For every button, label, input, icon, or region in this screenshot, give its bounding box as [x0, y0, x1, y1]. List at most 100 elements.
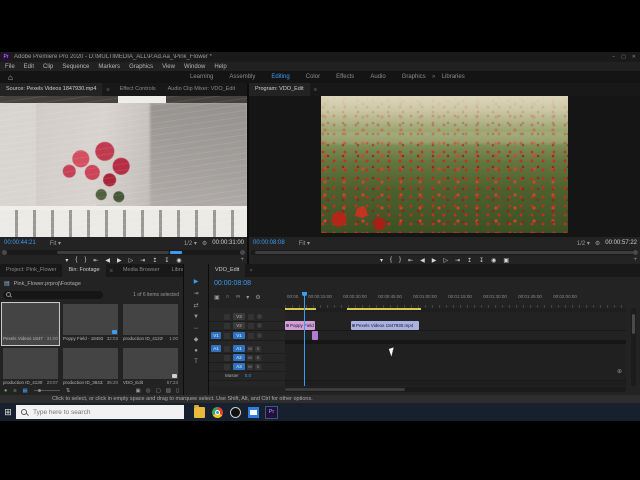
lock-icon[interactable]	[224, 345, 230, 352]
sync-lock-icon[interactable]	[248, 322, 254, 329]
lock-icon[interactable]	[224, 313, 230, 320]
scrollbar-end-handle[interactable]	[2, 250, 7, 255]
program-resolution-select[interactable]: 1/2 ▾	[577, 240, 590, 247]
program-zoom-select[interactable]: Fit ▾	[299, 240, 310, 247]
workspace-tab-assembly[interactable]: Assembly	[229, 74, 255, 80]
insert-button[interactable]: ↥	[152, 257, 157, 264]
source-zoom-select[interactable]: Fit ▾	[50, 240, 61, 247]
start-button[interactable]: ⊞	[0, 407, 16, 418]
program-timecode[interactable]: 00:00:08:08	[253, 240, 285, 246]
mail-app-icon[interactable]	[248, 406, 259, 418]
eye-icon[interactable]	[257, 323, 262, 328]
eye-icon[interactable]	[257, 333, 262, 338]
track-target-v3[interactable]: V3	[233, 313, 245, 320]
timeline-horizontal-scrollbar[interactable]	[285, 387, 626, 392]
timeline-clip-pexels-video[interactable]: Pexels Videos 1847930.mp4	[351, 321, 419, 330]
source-patch[interactable]	[211, 363, 221, 370]
project-item[interactable]: production ID_41307...23:07	[2, 347, 59, 389]
menu-clip[interactable]: Clip	[43, 64, 53, 70]
tab-effect-controls[interactable]: Effect Controls	[114, 83, 162, 96]
source-patch-a1[interactable]: A1	[211, 345, 221, 352]
mute-button[interactable]: M	[247, 354, 253, 361]
play-button[interactable]: ▶	[432, 257, 437, 264]
workspace-tab-graphics[interactable]: Graphics	[402, 74, 426, 80]
thumbnail-zoom-slider[interactable]	[33, 388, 60, 392]
menu-markers[interactable]: Markers	[98, 64, 120, 70]
home-icon[interactable]: ⌂	[8, 73, 13, 82]
timeline-ruler[interactable]: 00:00 00:00:15:00 00:00:30:00 00:00:45:0…	[285, 292, 626, 309]
track-target-v1[interactable]: V1	[233, 332, 245, 339]
nest-toggle[interactable]: ▣	[214, 294, 220, 301]
tab-source-clip[interactable]: Source: Pexels Videos 1847930.mp4	[0, 83, 103, 96]
track-target-v2[interactable]: V2	[233, 322, 245, 329]
minimize-icon[interactable]: –	[612, 54, 615, 60]
go-to-out-button[interactable]: ⇥	[455, 257, 460, 264]
export-frame-button[interactable]: ◉	[176, 257, 181, 264]
source-resolution-select[interactable]: 1/2 ▾	[184, 240, 197, 247]
button-editor-icon[interactable]: +	[633, 257, 637, 263]
search-input[interactable]	[3, 290, 103, 299]
mark-out-button[interactable]: }	[399, 257, 401, 263]
lift-button[interactable]: ↥	[467, 257, 472, 264]
timeline-clip-poppy-field[interactable]: Poppy Field -	[285, 321, 315, 330]
tab-metadata[interactable]: Metadata	[241, 83, 247, 96]
panel-menu-icon[interactable]: ≡	[106, 87, 109, 93]
comparison-view-button[interactable]: ▣	[503, 257, 509, 264]
add-marker-button[interactable]: ▾	[380, 257, 383, 264]
track-target-a1[interactable]: A1	[233, 345, 245, 352]
find-icon[interactable]: ◎	[146, 388, 151, 394]
scrollbar-handle[interactable]	[632, 314, 635, 334]
go-to-out-button[interactable]: ⇥	[140, 257, 145, 264]
mute-button[interactable]: M	[247, 345, 253, 352]
razor-tool[interactable]: ▼	[193, 314, 199, 320]
workspace-tab-libraries[interactable]: Libraries	[442, 74, 465, 80]
track-v1[interactable]	[285, 331, 626, 341]
step-forward-button[interactable]: ▷	[443, 257, 448, 264]
taskbar-search[interactable]	[16, 405, 184, 419]
type-tool[interactable]: T	[194, 359, 198, 365]
source-timecode[interactable]: 00:00:44:21	[4, 240, 36, 246]
tab-bin-footage[interactable]: Bin: Footage	[62, 264, 106, 277]
step-back-button[interactable]: ◀	[420, 257, 425, 264]
new-item-icon[interactable]: ▧	[166, 388, 171, 394]
bin-icon[interactable]: ▤	[4, 280, 10, 287]
menu-window[interactable]: Window	[184, 64, 205, 70]
taskbar-search-input[interactable]	[31, 407, 155, 417]
project-item[interactable]: Poppy Field - 18493... 32:03	[62, 303, 119, 345]
playhead[interactable]	[302, 292, 307, 386]
selection-tool[interactable]: ▶	[194, 278, 199, 285]
overwrite-button[interactable]: ↧	[164, 257, 169, 264]
chrome-icon[interactable]	[212, 406, 223, 418]
scrollbar-handle[interactable]	[285, 388, 405, 391]
timeline-timecode[interactable]: 00:00:08:08	[214, 280, 251, 287]
mark-out-button[interactable]: }	[84, 257, 86, 263]
scrollbar-handle[interactable]	[57, 251, 169, 254]
extract-button[interactable]: ↧	[479, 257, 484, 264]
solo-button[interactable]: S	[255, 363, 261, 370]
premiere-pro-icon[interactable]: Pr	[265, 405, 278, 419]
scrollbar-end-handle[interactable]	[633, 250, 638, 255]
source-patch-v1[interactable]: V1	[211, 332, 221, 339]
tab-libraries[interactable]: Libraries	[166, 264, 183, 277]
workspace-tab-audio[interactable]: Audio	[370, 74, 385, 80]
workspace-overflow-icon[interactable]: »	[432, 74, 435, 80]
workspace-tab-color[interactable]: Color	[306, 74, 320, 80]
project-item-sequence[interactable]: VDO_Edit 57:23	[122, 347, 179, 389]
file-explorer-icon[interactable]	[194, 404, 205, 418]
menu-sequence[interactable]: Sequence	[62, 64, 89, 70]
source-settings-icon[interactable]: ⚙	[202, 240, 207, 247]
panel-menu-icon[interactable]: ≡	[314, 87, 317, 93]
slip-tool[interactable]: ↔	[193, 325, 199, 331]
menu-graphics[interactable]: Graphics	[129, 64, 153, 70]
tab-project[interactable]: Project: Pink_Flower	[0, 264, 62, 277]
scrollbar-handle[interactable]	[255, 251, 634, 254]
tab-media-browser[interactable]: Media Browser	[117, 264, 166, 277]
source-zoom-scrollbar[interactable]	[2, 250, 245, 255]
track-master[interactable]	[285, 371, 626, 381]
source-patch[interactable]	[211, 313, 221, 320]
ripple-edit-tool[interactable]: ⇄	[193, 302, 198, 309]
recorder-app-icon[interactable]	[230, 406, 241, 418]
add-marker-button[interactable]: ▾	[65, 257, 68, 264]
snap-toggle[interactable]: ∩	[226, 294, 230, 301]
menu-view[interactable]: View	[162, 64, 175, 70]
